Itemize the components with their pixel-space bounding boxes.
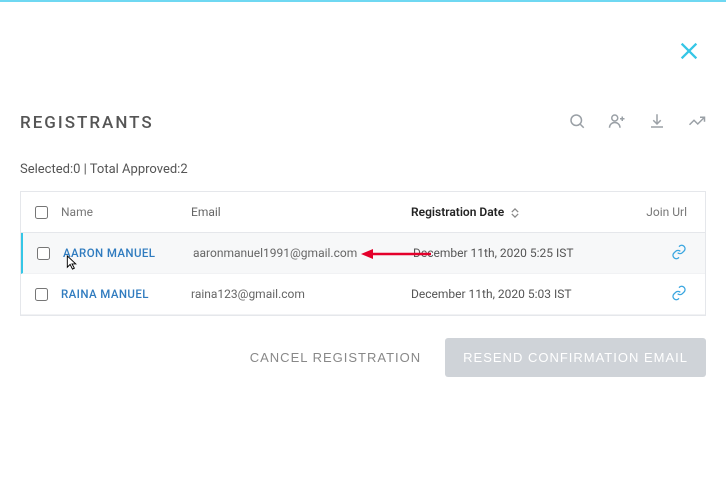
button-row: CANCEL REGISTRATION RESEND CONFIRMATION … <box>20 338 706 377</box>
column-date-label: Registration Date <box>411 205 504 219</box>
registrant-name-link[interactable]: RAINA MANUEL <box>61 287 149 301</box>
download-icon <box>648 112 666 134</box>
approved-label: Total Approved: <box>90 162 181 177</box>
registrant-date: December 11th, 2020 5:03 IST <box>411 287 621 301</box>
registrant-date: December 11th, 2020 5:25 IST <box>413 246 623 260</box>
column-registration-date[interactable]: Registration Date <box>411 205 621 219</box>
column-name[interactable]: Name <box>61 205 191 219</box>
column-join-url[interactable]: Join Url <box>621 205 705 219</box>
page-title: REGISTRANTS <box>20 113 154 133</box>
analytics-button[interactable] <box>688 112 706 134</box>
close-button[interactable] <box>678 40 700 66</box>
top-accent-bar <box>0 0 726 2</box>
status-line: Selected:0 | Total Approved:2 <box>20 162 706 177</box>
column-email[interactable]: Email <box>191 205 411 219</box>
analytics-icon <box>688 112 706 134</box>
row-checkbox[interactable] <box>37 247 50 260</box>
table-header: Name Email Registration Date Join Url <box>21 192 705 233</box>
registrant-email: aaronmanuel1991@gmail.com <box>193 246 413 260</box>
status-divider: | <box>80 162 89 177</box>
select-all-checkbox[interactable] <box>35 206 48 219</box>
cancel-registration-button[interactable]: CANCEL REGISTRATION <box>244 349 427 366</box>
search-button[interactable] <box>568 112 586 134</box>
close-icon <box>678 47 700 66</box>
sort-icon <box>511 208 519 218</box>
registrant-name-link[interactable]: AARON MANUEL <box>63 246 155 260</box>
registrant-email: raina123@gmail.com <box>191 287 411 301</box>
table-row: RAINA MANUEL raina123@gmail.com December… <box>21 274 705 315</box>
registrants-table: Name Email Registration Date Join Url AA… <box>20 191 706 316</box>
join-url-link[interactable] <box>671 285 687 304</box>
approved-count: 2 <box>180 162 187 177</box>
link-icon <box>671 244 687 263</box>
row-checkbox[interactable] <box>35 288 48 301</box>
search-icon <box>568 112 586 134</box>
join-url-link[interactable] <box>671 244 687 263</box>
add-user-button[interactable] <box>608 112 626 134</box>
link-icon <box>671 285 687 304</box>
add-user-icon <box>608 112 626 134</box>
selected-label: Selected: <box>20 162 73 177</box>
resend-confirmation-button[interactable]: RESEND CONFIRMATION EMAIL <box>445 338 706 377</box>
download-button[interactable] <box>648 112 666 134</box>
action-bar <box>568 112 706 134</box>
table-row: AARON MANUEL aaronmanuel1991@gmail.com D… <box>21 233 705 274</box>
